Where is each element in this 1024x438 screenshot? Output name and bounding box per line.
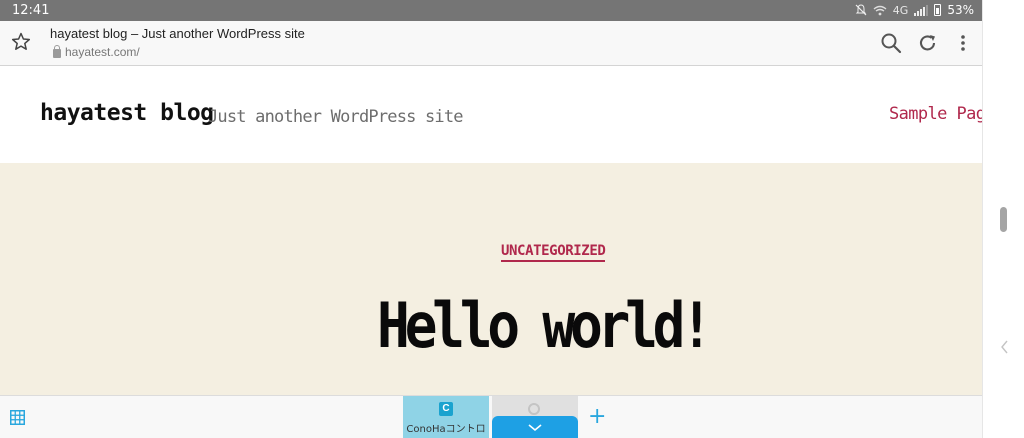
more-menu-icon[interactable] [952,32,974,54]
tab-favicon-icon [528,403,540,415]
edge-gutter [982,0,1024,438]
site-header: hayatest blog Just another WordPress sit… [0,66,996,163]
page-title[interactable]: hayatest blog – Just another WordPress s… [50,26,305,41]
site-description: Just another WordPress site [208,107,464,127]
conoha-favicon-icon: C [439,402,453,416]
search-icon[interactable] [880,32,902,54]
wifi-icon [873,5,887,15]
chevron-left-icon[interactable] [997,336,1011,358]
browser-toolbar: hayatest blog – Just another WordPress s… [0,21,982,66]
scrollbar-thumb[interactable] [1000,207,1007,232]
mute-bell-icon [855,4,867,16]
nav-link-sample-page[interactable]: Sample Page [889,104,996,124]
new-tab-plus-icon[interactable]: + [588,404,606,429]
status-icons: 4G 53% [855,3,974,17]
address-bar[interactable]: hayatest.com/ [53,45,140,59]
tab-label: ConoHaコントロ [406,424,486,435]
lock-icon [53,45,61,58]
network-type: 4G [892,3,909,17]
site-title[interactable]: hayatest blog [40,100,214,126]
status-bar: 12:41 4G 53% [0,0,982,21]
signal-icon [914,4,929,16]
url-text: hayatest.com/ [65,45,140,59]
battery-level: 53% [947,3,974,17]
tab-conoha[interactable]: C ConoHaコントロ [403,396,489,438]
bookmark-star-icon[interactable] [11,32,31,52]
battery-icon [934,4,942,16]
bottom-tab-bar: C ConoHaコントロ + [0,395,982,438]
tab-grid-icon[interactable] [10,410,25,425]
post-title[interactable]: Hello world! [377,289,713,362]
category-link[interactable]: UNCATEGORIZED [501,243,606,262]
post-header: UNCATEGORIZED Hello world! [0,163,982,395]
tab-current[interactable] [492,396,578,438]
collapse-tab-button[interactable] [492,416,578,438]
reload-icon[interactable] [917,32,939,54]
chevron-down-icon [528,424,542,432]
status-time: 12:41 [12,3,50,18]
